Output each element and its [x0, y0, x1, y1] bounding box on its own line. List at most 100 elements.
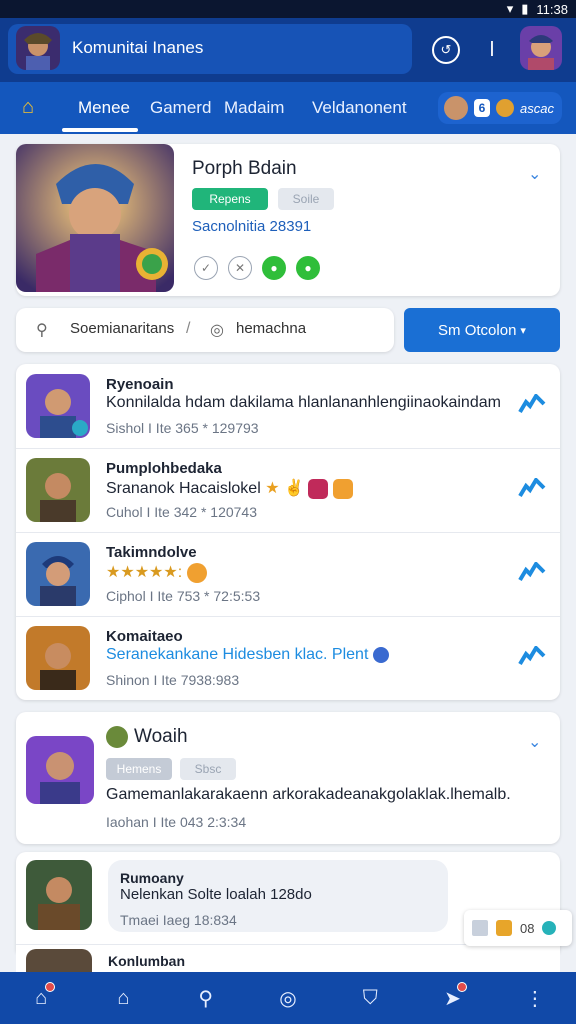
active-tab-indicator: [62, 128, 138, 132]
post-title-row: Woaih: [106, 726, 188, 748]
info-icon[interactable]: ǀ: [484, 36, 500, 64]
chevron-down-icon: ▾: [520, 324, 526, 337]
green-icon[interactable]: ●: [262, 256, 286, 280]
post-thumbnail: [26, 736, 94, 804]
history-icon[interactable]: ↺: [432, 36, 460, 64]
list-item[interactable]: Takimndolve ★★★★★: Ciphol I Ite 753 * 72…: [16, 532, 560, 616]
like-icon[interactable]: [518, 562, 546, 586]
cross-icon[interactable]: ✕: [228, 256, 252, 280]
chevron-down-icon[interactable]: ⌄: [528, 732, 541, 752]
item-description: Konnilalda hdam dakilama hlanlananhlengi…: [106, 394, 501, 411]
profile-avatar[interactable]: [520, 26, 562, 70]
emoji-icon: [186, 562, 207, 583]
nav-compass-icon[interactable]: ◎: [268, 978, 308, 1018]
status-time: 11:38: [536, 1, 568, 17]
post-card[interactable]: Woaih Hemens Sbsc Gamemanlakarakaenn ark…: [16, 712, 560, 844]
emoji-orange-icon: [332, 478, 353, 499]
search-icon: ⚲: [36, 322, 48, 339]
chat-meta: Tmaei Iaeg 18:834: [120, 912, 237, 928]
reaction-row: ✓ ✕ ● ●: [194, 256, 320, 280]
item-name: Takimndolve: [106, 544, 197, 561]
page-title: Komunitai Inanes: [72, 38, 204, 57]
count-badge: 6: [474, 99, 490, 117]
notification-dot: [456, 982, 467, 992]
dropdown-label: Sm Otcolon: [438, 321, 517, 339]
post-badge-secondary: Sbsc: [180, 758, 236, 780]
like-icon[interactable]: [518, 478, 546, 502]
search-left-text: Soemianaritans: [70, 320, 175, 337]
wifi-icon: ▾: [506, 1, 514, 16]
post-title: Woaih: [134, 726, 188, 747]
chat2-name: Konlumban: [108, 953, 185, 969]
item-thumbnail: [26, 458, 90, 522]
post-avatar-icon: [106, 726, 128, 748]
game-list: Ryenoain Konnilalda hdam dakilama hlanla…: [16, 364, 560, 700]
item-thumbnail: [26, 374, 90, 438]
title-pill[interactable]: [8, 24, 412, 74]
status-badge: Repens: [192, 188, 268, 210]
chat-thumbnail: [26, 860, 92, 930]
check-icon[interactable]: ✓: [194, 256, 218, 280]
item-meta: Sishol I Ite 365 * 129793: [106, 420, 259, 436]
tab-gamerd[interactable]: Gamerd: [150, 82, 211, 134]
item-meta: Ciphol I Ite 753 * 72:5:53: [106, 588, 261, 604]
nav-home-icon[interactable]: ⌂: [21, 978, 61, 1018]
tab-veldanonent[interactable]: Veldanonent: [312, 82, 407, 134]
floating-chip[interactable]: 08: [464, 910, 572, 946]
post-meta: Iaohan I Ite 043 2:3:34: [106, 814, 247, 830]
nav-send-icon[interactable]: ➤: [433, 978, 473, 1018]
chat-name: Rumoany: [120, 870, 184, 886]
like-icon[interactable]: [518, 646, 546, 670]
like-icon[interactable]: [518, 394, 546, 418]
coin-icon: [496, 99, 514, 117]
item-description: Seranekankane Hidesben klac. Plent: [106, 646, 506, 664]
tab-user-pill[interactable]: 6 ascac: [438, 92, 562, 124]
badge-icon: [496, 920, 512, 936]
featured-stat: Sacnolnitia 28391: [192, 218, 312, 235]
item-description: ★★★★★:: [106, 562, 506, 583]
tab-menee[interactable]: Menee: [78, 82, 130, 134]
green-icon-2[interactable]: ●: [296, 256, 320, 280]
home-tab-icon[interactable]: ⌂: [22, 96, 44, 118]
notification-dot: [45, 982, 56, 992]
mini-avatar: [444, 96, 468, 120]
chat2-thumbnail: [26, 949, 92, 973]
search-right-text: hemachna: [236, 320, 307, 337]
pill-text: ascac: [520, 100, 554, 116]
nav-more-icon[interactable]: ⋮: [515, 978, 555, 1018]
sort-dropdown-button[interactable]: Sm Otcolon ▾: [404, 308, 560, 352]
status-bar: ▾ ▮ 11:38: [0, 0, 576, 18]
list-item[interactable]: Ryenoain Konnilalda hdam dakilama hlanla…: [16, 364, 560, 448]
secondary-badge: Soile: [278, 188, 334, 210]
bottom-nav: ⌂ ⌂ ⚲ ◎ ⛉ ➤ ⋮: [0, 972, 576, 1024]
item-name: Komaitaeo: [106, 628, 183, 645]
featured-title: Porph Bdain: [192, 158, 297, 179]
item-meta: Cuhol I Ite 342 * 120743: [106, 504, 258, 520]
chevron-down-icon[interactable]: ⌄: [528, 164, 541, 184]
search-bar[interactable]: ⚲ Soemianaritans / ◎ hemachna: [16, 308, 394, 352]
hands-icon: ✌: [279, 480, 304, 497]
separator-icon: /: [186, 320, 191, 337]
community-avatar[interactable]: [16, 26, 60, 70]
nav-shield-icon[interactable]: ⛉: [350, 978, 390, 1018]
battery-icon: ▮: [521, 1, 529, 16]
list-item[interactable]: Pumplohbedaka Srananok Hacaislokel ★ ✌ C…: [16, 448, 560, 532]
featured-hero-image: [16, 144, 174, 292]
chat-card-2[interactable]: Konlumban: [16, 944, 560, 973]
item-name: Pumplohbedaka: [106, 460, 222, 477]
item-meta: Shinon I Ite 7938:983: [106, 672, 240, 688]
filter-icon: ◎: [210, 322, 224, 339]
nav-search-icon[interactable]: ⚲: [186, 978, 226, 1018]
dot-icon: [542, 921, 557, 935]
emoji-blue-icon: [372, 646, 389, 663]
emoji-red-icon: [308, 478, 329, 499]
nav-house-icon[interactable]: ⌂: [103, 978, 143, 1018]
list-item[interactable]: Komaitaeo Seranekankane Hidesben klac. P…: [16, 616, 560, 700]
chat-bubble: Rumoany Nelenkan Solte loalah 128do Tmae…: [108, 860, 448, 932]
tab-madaim[interactable]: Madaim: [224, 82, 284, 134]
featured-card[interactable]: Porph Bdain Repens Soile Sacnolnitia 283…: [16, 144, 560, 296]
item-thumbnail: [26, 626, 90, 690]
floating-count: 08: [520, 920, 535, 936]
post-text: Gamemanlakarakaenn arkorakadeanakgolakla…: [106, 786, 511, 803]
post-badge: Hemens: [106, 758, 172, 780]
